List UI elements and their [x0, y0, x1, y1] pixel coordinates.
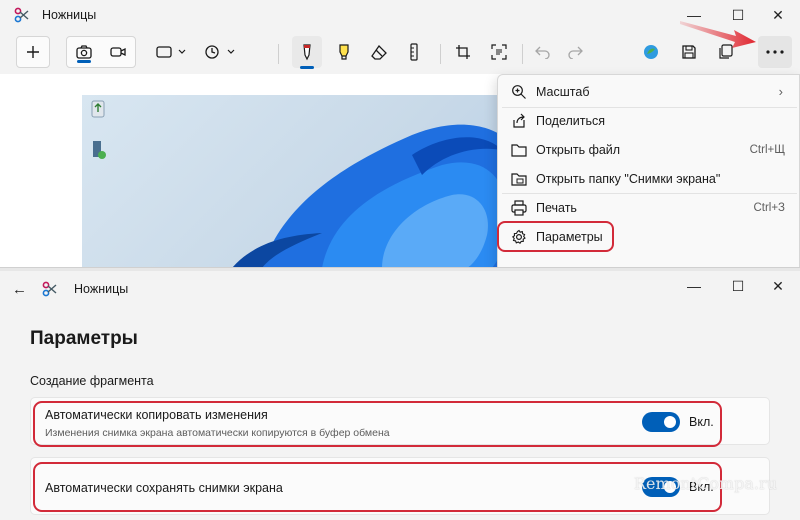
- ruler-button[interactable]: [400, 36, 428, 68]
- window-title: Ножницы: [74, 282, 129, 296]
- printer-icon: [511, 199, 527, 216]
- active-tool-indicator: [300, 66, 314, 69]
- close-button[interactable]: ✕: [756, 271, 800, 301]
- more-icon: [766, 50, 784, 54]
- menu-item-label: Масштаб: [536, 84, 590, 99]
- text-actions-icon: [491, 44, 507, 60]
- back-button[interactable]: ←: [12, 281, 27, 298]
- close-button[interactable]: ✕: [756, 0, 800, 30]
- eraser-icon: [371, 44, 387, 60]
- snip-shape-dropdown[interactable]: [150, 36, 194, 68]
- auto-save-highlight-annotation: [33, 462, 722, 512]
- menu-item-open-screenshots-folder[interactable]: Открыть папку "Снимки экрана": [502, 164, 797, 193]
- active-mode-indicator: [77, 60, 91, 63]
- video-mode-button[interactable]: [101, 46, 135, 58]
- edit-in-paint-button[interactable]: [638, 36, 664, 68]
- page-title: Параметры: [30, 328, 138, 349]
- snipping-tool-window: Ножницы — ☐ ✕ Масштаб › Поделиться Откры…: [0, 0, 800, 268]
- camera-icon: [76, 45, 92, 59]
- menu-item-open-file[interactable]: Открыть файл Ctrl+Щ: [502, 135, 797, 164]
- menu-item-print[interactable]: Печать Ctrl+З: [502, 193, 797, 222]
- scissors-app-icon: [14, 7, 30, 23]
- folder-icon: [511, 143, 527, 157]
- menu-item-share[interactable]: Поделиться: [502, 106, 797, 135]
- desktop-shortcut-icon: [84, 139, 112, 165]
- menu-item-label: Поделиться: [536, 113, 606, 128]
- window-title: Ножницы: [42, 8, 97, 22]
- snip-mode-group: [66, 36, 136, 68]
- undo-button[interactable]: [530, 36, 556, 68]
- undo-icon: [535, 46, 550, 59]
- pen-icon: [303, 44, 311, 61]
- ballpoint-pen-button[interactable]: [292, 36, 322, 68]
- redo-icon: [568, 46, 583, 59]
- menu-item-zoom[interactable]: Масштаб ›: [502, 77, 797, 106]
- chevron-right-icon: ›: [778, 84, 783, 99]
- video-icon: [110, 47, 126, 57]
- folder-screenshots-icon: [511, 172, 527, 186]
- crop-icon: [456, 45, 470, 59]
- crop-button[interactable]: [450, 36, 476, 68]
- maximize-button[interactable]: ☐: [716, 271, 760, 301]
- watermark: RemontCompa.ru: [634, 474, 777, 493]
- plus-icon: [27, 46, 39, 58]
- see-more-button[interactable]: [758, 36, 792, 68]
- new-snip-button[interactable]: [16, 36, 50, 68]
- recycle-bin-icon: [84, 97, 112, 121]
- scissors-app-icon: [42, 281, 58, 297]
- settings-highlight-annotation: [497, 221, 614, 252]
- menu-item-shortcut: Ctrl+Щ: [749, 143, 785, 156]
- highlighter-icon: [339, 44, 349, 60]
- section-title: Создание фрагмента: [30, 374, 154, 388]
- paint-icon: [644, 45, 658, 59]
- text-actions-button[interactable]: [485, 36, 513, 68]
- auto-copy-highlight-annotation: [33, 401, 722, 447]
- menu-item-label: Печать: [536, 200, 577, 215]
- ruler-icon: [410, 43, 418, 61]
- menu-item-shortcut: Ctrl+З: [753, 201, 785, 214]
- pointer-arrow-annotation: [680, 21, 756, 48]
- highlighter-button[interactable]: [330, 36, 358, 68]
- delay-dropdown[interactable]: [200, 36, 242, 68]
- minimize-button[interactable]: —: [672, 271, 716, 301]
- zoom-icon: [512, 84, 526, 99]
- menu-item-label: Открыть папку "Снимки экрана": [536, 171, 721, 186]
- clock-icon: [205, 45, 235, 59]
- share-icon: [513, 113, 525, 128]
- menu-item-label: Открыть файл: [536, 142, 621, 157]
- eraser-button[interactable]: [365, 36, 393, 68]
- camera-mode-button[interactable]: [67, 45, 101, 59]
- redo-button[interactable]: [562, 36, 588, 68]
